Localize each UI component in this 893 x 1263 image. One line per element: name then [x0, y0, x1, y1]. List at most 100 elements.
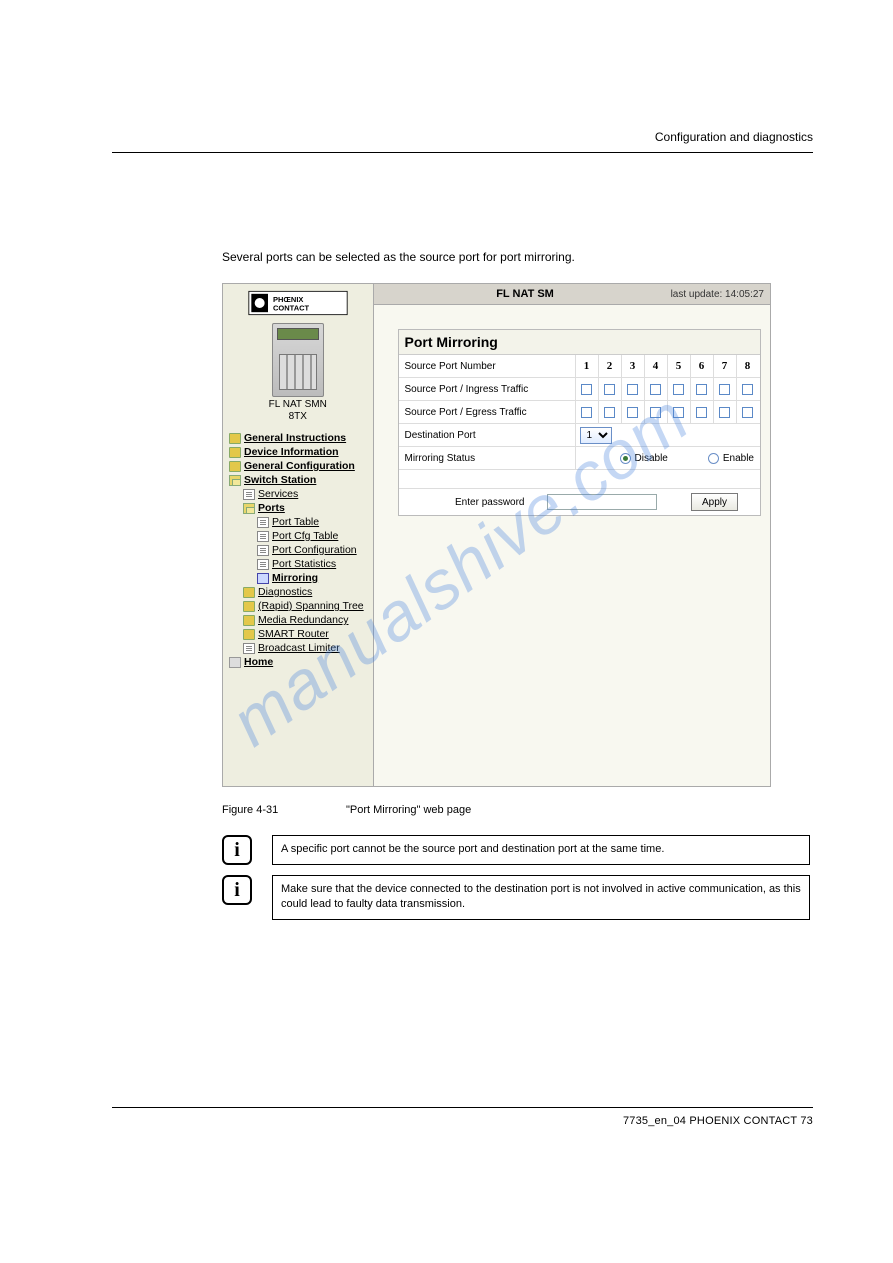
- nav-label: (Rapid) Spanning Tree: [258, 600, 364, 612]
- nav-item-media-redundancy[interactable]: Media Redundancy: [229, 613, 369, 627]
- egress-checkbox[interactable]: [581, 407, 592, 418]
- info-icon: i: [222, 835, 252, 865]
- row-ingress: Source Port / Ingress Traffic: [399, 378, 761, 401]
- port-header: 8: [736, 355, 759, 377]
- sidebar: PHŒNIX CONTACT FL NAT SMN 8TX General In…: [223, 284, 374, 786]
- nav-item-port-statistics[interactable]: Port Statistics: [229, 557, 369, 571]
- nav-item-general-configuration[interactable]: General Configuration: [229, 459, 369, 473]
- radio-icon: [620, 453, 631, 464]
- title-bar: FL NAT SM last update: 14:05:27: [374, 284, 771, 305]
- label-source-port-number: Source Port Number: [399, 355, 575, 377]
- note-2-text: Make sure that the device connected to t…: [272, 875, 810, 920]
- figure-number: Figure 4-31: [222, 804, 322, 816]
- doc-icon: [257, 531, 269, 542]
- nav-item-port-configuration[interactable]: Port Configuration: [229, 543, 369, 557]
- egress-checkbox[interactable]: [650, 407, 661, 418]
- note-2: i Make sure that the device connected to…: [222, 875, 810, 920]
- folder-closed-icon: [243, 601, 255, 612]
- nav-item-services[interactable]: Services: [229, 487, 369, 501]
- nav-item-diagnostics[interactable]: Diagnostics: [229, 585, 369, 599]
- radio-icon: [708, 453, 719, 464]
- nav-item-smart-router[interactable]: SMART Router: [229, 627, 369, 641]
- egress-checkbox[interactable]: [673, 407, 684, 418]
- row-egress: Source Port / Egress Traffic: [399, 401, 761, 424]
- nav-label: Port Table: [272, 516, 319, 528]
- nav-label: Diagnostics: [258, 586, 312, 598]
- nav-item-mirroring[interactable]: Mirroring: [229, 571, 369, 585]
- ingress-checkbox[interactable]: [581, 384, 592, 395]
- ingress-checkbox[interactable]: [627, 384, 638, 395]
- ingress-checkbox[interactable]: [673, 384, 684, 395]
- ingress-checkbox[interactable]: [696, 384, 707, 395]
- egress-checkbox[interactable]: [696, 407, 707, 418]
- nav-item-broadcast-limiter[interactable]: Broadcast Limiter: [229, 641, 369, 655]
- nav-item-switch-station[interactable]: Switch Station: [229, 473, 369, 487]
- port-header: 7: [713, 355, 736, 377]
- spacer-row: [399, 470, 761, 489]
- note-1: i A specific port cannot be the source p…: [222, 835, 810, 865]
- label-destination: Destination Port: [399, 424, 575, 446]
- nav-item-device-information[interactable]: Device Information: [229, 445, 369, 459]
- nav-label: Port Statistics: [272, 558, 336, 570]
- nav-label: General Instructions: [244, 432, 346, 444]
- nav-item-home[interactable]: Home: [229, 655, 369, 669]
- password-input[interactable]: [547, 494, 657, 510]
- label-ingress: Source Port / Ingress Traffic: [399, 378, 575, 400]
- last-update: last update: 14:05:27: [671, 289, 770, 300]
- apply-button[interactable]: Apply: [691, 493, 738, 511]
- info-icon: i: [222, 875, 252, 905]
- port-header: 5: [667, 355, 690, 377]
- nav-tree: General Instructions Device Information Ge…: [223, 427, 373, 677]
- nav-label: Port Configuration: [272, 544, 357, 556]
- phoenix-contact-logo: PHŒNIX CONTACT: [248, 290, 348, 316]
- egress-checkbox[interactable]: [627, 407, 638, 418]
- header-rule: [112, 152, 813, 153]
- folder-closed-icon: [229, 447, 241, 458]
- radio-enable-label: Enable: [723, 453, 754, 464]
- page-header-right: Configuration and diagnostics: [655, 130, 813, 144]
- port-header: 4: [644, 355, 667, 377]
- nav-item-general-instructions[interactable]: General Instructions: [229, 431, 369, 445]
- nav-item--rapid-spanning-tree[interactable]: (Rapid) Spanning Tree: [229, 599, 369, 613]
- destination-port-select[interactable]: 1: [580, 427, 612, 444]
- nav-label: Broadcast Limiter: [258, 642, 340, 654]
- ingress-checkbox[interactable]: [650, 384, 661, 395]
- nav-item-port-table[interactable]: Port Table: [229, 515, 369, 529]
- logo-area: PHŒNIX CONTACT FL NAT SMN 8TX: [223, 284, 373, 427]
- footer-rule: [112, 1107, 813, 1108]
- note-1-text: A specific port cannot be the source por…: [272, 835, 810, 865]
- nav-item-port-cfg-table[interactable]: Port Cfg Table: [229, 529, 369, 543]
- nav-label: Device Information: [244, 446, 339, 458]
- nav-label: General Configuration: [244, 460, 355, 472]
- nav-label: SMART Router: [258, 628, 329, 640]
- radio-disable[interactable]: Disable: [620, 453, 668, 464]
- doc-icon: [257, 517, 269, 528]
- folder-closed-icon: [229, 433, 241, 444]
- intro-text: Several ports can be selected as the sou…: [222, 249, 810, 265]
- figure-caption-text: "Port Mirroring" web page: [346, 804, 471, 816]
- folder-closed-icon: [243, 587, 255, 598]
- radio-disable-label: Disable: [635, 453, 668, 464]
- nav-label: Services: [258, 488, 298, 500]
- doc-icon: [257, 559, 269, 570]
- label-password: Enter password: [405, 497, 535, 508]
- device-label: FL NAT SMN 8TX: [229, 399, 367, 427]
- nav-label: Home: [244, 656, 273, 668]
- label-egress: Source Port / Egress Traffic: [399, 401, 575, 423]
- radio-enable[interactable]: Enable: [708, 453, 754, 464]
- nav-label: Switch Station: [244, 474, 316, 486]
- egress-checkbox[interactable]: [604, 407, 615, 418]
- ingress-checkbox[interactable]: [742, 384, 753, 395]
- page-footer-right: 7735_en_04 PHOENIX CONTACT 73: [623, 1115, 813, 1127]
- egress-checkbox[interactable]: [719, 407, 730, 418]
- device-image: [272, 323, 324, 397]
- doc-icon: [257, 545, 269, 556]
- ingress-checkbox[interactable]: [604, 384, 615, 395]
- panel-heading: Port Mirroring: [399, 330, 761, 355]
- ingress-checkbox[interactable]: [719, 384, 730, 395]
- folder-open-icon: [243, 503, 255, 514]
- folder-open-icon: [229, 475, 241, 486]
- svg-text:CONTACT: CONTACT: [273, 304, 310, 313]
- nav-item-ports[interactable]: Ports: [229, 501, 369, 515]
- egress-checkbox[interactable]: [742, 407, 753, 418]
